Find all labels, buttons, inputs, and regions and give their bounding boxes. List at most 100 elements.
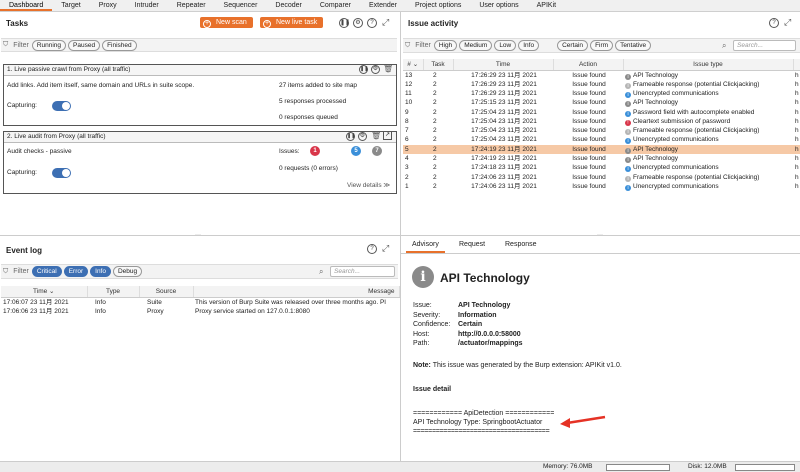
col-time[interactable]: Time — [453, 59, 554, 71]
filter-info[interactable]: Info — [90, 266, 111, 277]
issue-count-info-badge[interactable]: 5 — [351, 146, 361, 156]
col-time[interactable]: Time ⌄ — [1, 286, 88, 298]
expand-icon[interactable]: ⤢ — [382, 17, 389, 28]
issue-row[interactable]: 9 2 17:25:04 23 11月 2021 Issue found i Passwo… — [403, 107, 800, 117]
task-2-requests: 0 requests (0 errors) — [279, 165, 338, 172]
issue-action: Issue found — [553, 144, 623, 154]
severity-icon: i — [625, 101, 631, 108]
menu-tab-proxy[interactable]: Proxy — [90, 0, 126, 11]
issue-task: 2 — [433, 136, 437, 144]
new-scan-button[interactable]: + New scan — [200, 17, 253, 28]
pause-icon[interactable]: ❚❚ — [346, 132, 355, 141]
event-row[interactable]: 17:06:06 23 11月 2021 Info Proxy Proxy servi… — [1, 307, 399, 316]
issue-type: i Frameable response (potential Clickjack… — [623, 172, 793, 182]
event-search-input[interactable]: Search... — [330, 266, 395, 277]
filter-error[interactable]: Error — [63, 266, 89, 277]
gear-icon[interactable]: ⚙ — [371, 65, 380, 74]
issue-row[interactable]: 3 2 17:24:18 23 11月 2021 Issue found i Unencr… — [403, 163, 800, 173]
issue-action: Issue found — [572, 164, 606, 172]
tab-response[interactable]: Response — [499, 239, 543, 251]
popout-icon[interactable]: ↗ — [383, 131, 392, 140]
filter-firm[interactable]: Firm — [590, 40, 614, 51]
issue-row[interactable]: 6 2 17:25:04 23 11月 2021 Issue found i Unencr… — [403, 135, 800, 145]
menu-tab-decoder[interactable]: Decoder — [266, 0, 310, 11]
issue-row[interactable]: 8 2 17:25:04 23 11月 2021 Issue found! Cleart… — [403, 117, 800, 126]
gear-icon[interactable]: ⚙ — [358, 132, 367, 141]
filter-tentative[interactable]: Tentative — [615, 40, 652, 51]
trash-icon[interactable]: 🗑 — [383, 64, 393, 73]
help-icon[interactable]: ? — [769, 18, 779, 28]
tab-advisory[interactable]: Advisory — [406, 239, 445, 253]
filter-finished[interactable]: Finished — [102, 39, 137, 51]
issue-count-other-badge[interactable]: 7 — [372, 146, 382, 156]
memory-label: Memory: 76.0MB — [543, 463, 593, 470]
menu-tab-apikit[interactable]: APIKit — [528, 0, 565, 11]
col-message[interactable]: Message — [193, 286, 400, 298]
menu-tab-user-options[interactable]: User options — [470, 0, 527, 11]
issue-extra: h — [795, 164, 799, 172]
trash-icon[interactable]: 🗑 — [371, 131, 381, 140]
menu-tab-repeater[interactable]: Repeater — [168, 0, 215, 11]
pause-icon[interactable]: ❚❚ — [359, 65, 368, 74]
event-row[interactable]: 17:06:07 23 11月 2021 Info Suite This versio… — [1, 297, 399, 307]
col-number[interactable]: # ⌄ — [403, 59, 424, 71]
menu-tab-project-options[interactable]: Project options — [406, 0, 470, 11]
new-live-task-button[interactable]: + New live task — [260, 17, 324, 28]
filter-info[interactable]: Info — [518, 40, 540, 51]
filter-medium[interactable]: Medium — [459, 40, 493, 51]
help-icon[interactable]: ? — [367, 244, 377, 254]
issue-count-high-badge[interactable]: 1 — [310, 146, 320, 156]
issue-time: 17:25:04 23 11月 2021 — [471, 108, 537, 116]
issue-row[interactable]: 2 2 17:24:06 23 11月 2021 Issue found i Framea… — [403, 172, 800, 182]
filter-debug[interactable]: Debug — [112, 266, 143, 277]
menu-tab-intruder[interactable]: Intruder — [126, 0, 168, 11]
task-2-capturing-toggle[interactable] — [52, 168, 71, 178]
issue-time: 17:24:18 23 11月 2021 — [471, 164, 537, 172]
col-issue-type[interactable]: Issue type — [623, 59, 794, 71]
menu-tab-target[interactable]: Target — [52, 0, 89, 11]
issue-row[interactable]: 7 2 17:25:04 23 11月 2021 Issue found i Framea… — [403, 126, 800, 136]
task-1-capturing-toggle[interactable] — [52, 101, 71, 111]
issue-row[interactable]: 1 2 17:24:06 23 11月 2021 Issue found i Unencr… — [403, 182, 800, 191]
filter-low[interactable]: Low — [494, 40, 517, 51]
task-1-capturing-label: Capturing: — [7, 102, 37, 109]
help-icon[interactable]: ? — [367, 18, 377, 28]
issue-row[interactable]: 13 2 17:26:29 23 11月 2021 Issue found i API T… — [403, 70, 800, 80]
resize-handle-icon[interactable]: ··· — [597, 232, 603, 238]
issue-row[interactable]: 5 2 17:24:19 23 11月 2021 Issue found i API Te… — [403, 144, 800, 154]
col-task[interactable]: Task — [423, 59, 454, 71]
advisory-field-key: Severity: — [413, 311, 441, 319]
filter-high[interactable]: High — [433, 40, 458, 51]
filter-running[interactable]: Running — [31, 39, 67, 51]
col-source[interactable]: Source — [139, 286, 194, 298]
tab-request[interactable]: Request — [453, 239, 491, 251]
filter-label: Filter — [13, 41, 29, 49]
col-extra[interactable] — [793, 59, 800, 71]
menu-tab-comparer[interactable]: Comparer — [311, 0, 360, 11]
issue-extra: h — [795, 99, 799, 107]
gear-icon[interactable]: ⚙ — [353, 18, 363, 28]
expand-icon[interactable]: ⤢ — [382, 243, 389, 254]
menu-tab-dashboard[interactable]: Dashboard — [0, 0, 53, 11]
vertical-divider[interactable] — [400, 12, 401, 461]
expand-icon[interactable]: ⤢ — [784, 17, 791, 28]
issue-time: 17:24:06 23 11月 2021 — [471, 182, 537, 190]
menu-tab-extender[interactable]: Extender — [360, 0, 406, 11]
issue-search-input[interactable]: Search... — [733, 40, 796, 51]
col-type[interactable]: Type — [87, 286, 140, 298]
filter-label: Filter — [415, 42, 431, 49]
annotation-arrow-icon — [560, 415, 606, 428]
col-action[interactable]: Action — [553, 59, 624, 71]
disk-label: Disk: 12.0MB — [688, 463, 727, 470]
resize-handle-icon[interactable]: ··· — [195, 232, 201, 238]
filter-certain[interactable]: Certain — [557, 40, 589, 51]
issue-row[interactable]: 11 2 17:26:29 23 11月 2021 Issue found i Unenc… — [403, 89, 800, 98]
issue-row[interactable]: 12 2 17:26:29 23 11月 2021 Issue found i Frame… — [403, 80, 800, 89]
filter-paused[interactable]: Paused — [68, 39, 101, 51]
view-details-link[interactable]: View details ≫ — [347, 181, 390, 189]
issue-row[interactable]: 10 2 17:25:15 23 11月 2021 Issue found i API T… — [403, 98, 800, 108]
pause-all-icon[interactable]: ❚❚ — [339, 18, 350, 28]
filter-critical[interactable]: Critical — [31, 266, 62, 277]
menu-tab-sequencer[interactable]: Sequencer — [215, 0, 267, 11]
issue-row[interactable]: 4 2 17:24:19 23 11月 2021 Issue found i API Te… — [403, 154, 800, 164]
